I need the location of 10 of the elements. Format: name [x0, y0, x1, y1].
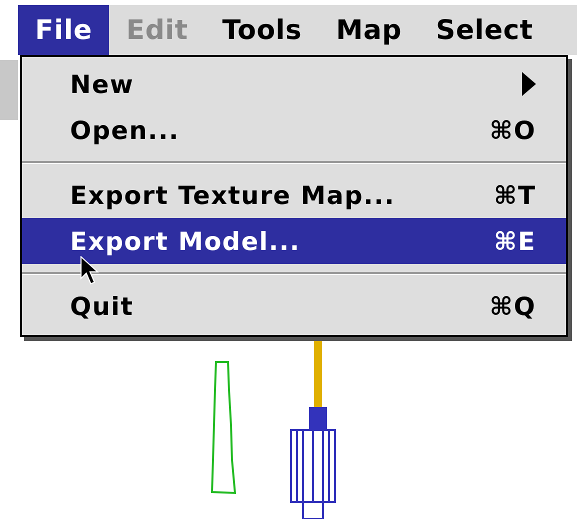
- menu-item[interactable]: New: [22, 61, 566, 107]
- menu-item[interactable]: Export Model... ⌘E: [22, 218, 566, 264]
- menu-item[interactable]: Quit ⌘Q: [22, 283, 566, 329]
- menu-title[interactable]: Map: [318, 5, 419, 55]
- menu-item[interactable]: Export Texture Map... ⌘T: [22, 172, 566, 218]
- menu-item[interactable]: Open... ⌘O: [22, 107, 566, 153]
- menu-title[interactable]: Tools: [205, 5, 319, 55]
- menu-title[interactable]: File: [18, 5, 110, 55]
- menu-title[interactable]: Select: [418, 5, 550, 55]
- window-edge: [0, 60, 18, 120]
